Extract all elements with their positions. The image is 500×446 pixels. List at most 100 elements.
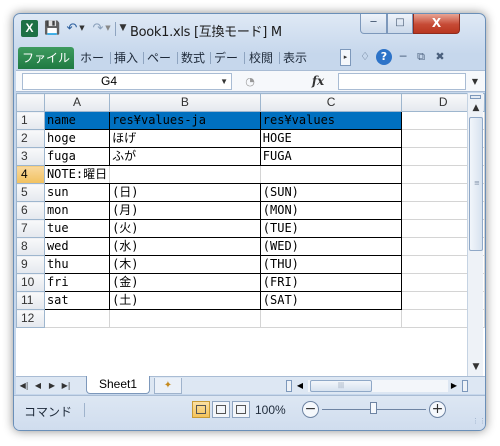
ribbon-collapse-icon[interactable]: ♢ (357, 49, 373, 65)
cell-b11[interactable]: (土) (109, 291, 261, 310)
cell-c3[interactable]: FUGA (259, 147, 403, 166)
row-header[interactable]: 10 (16, 273, 45, 292)
tab-home[interactable]: ホー (80, 48, 104, 68)
tab-view[interactable]: 表示 (283, 48, 307, 68)
zoom-slider-thumb[interactable] (370, 402, 377, 414)
row-header[interactable]: 7 (16, 219, 45, 238)
redo-dropdown-icon[interactable]: ▼ (104, 20, 112, 37)
row-header[interactable]: 1 (16, 111, 45, 130)
cell-a8[interactable]: wed (43, 237, 111, 256)
formula-bar-divider-icon[interactable]: ◔ (242, 73, 258, 90)
excel-logo-icon[interactable]: X (21, 20, 38, 37)
row-header[interactable]: 3 (16, 147, 45, 166)
column-header-a[interactable]: A (43, 93, 111, 112)
cell-c11[interactable]: (SAT) (259, 291, 403, 310)
cell-b12[interactable] (109, 309, 261, 328)
cell-a4[interactable]: NOTE:曜日 (43, 165, 111, 184)
cell-c2[interactable]: HOGE (259, 129, 403, 148)
cell-c8[interactable]: (WED) (259, 237, 403, 256)
column-header-b[interactable]: B (109, 93, 261, 112)
next-sheet-icon[interactable]: ▶ (46, 379, 58, 393)
sheet-tab-sheet1[interactable]: Sheet1 (86, 376, 150, 394)
cell-c6[interactable]: (MON) (259, 201, 403, 220)
cell-b1[interactable]: res¥values-ja (109, 111, 261, 130)
cell-c5[interactable]: (SUN) (259, 183, 403, 202)
ribbon-scroll-right-button[interactable]: ▸ (340, 49, 351, 66)
save-icon[interactable]: 💾 (44, 20, 60, 37)
workbook-minimize-icon[interactable]: ─ (395, 49, 411, 65)
row-header-selected[interactable]: 4 (16, 165, 45, 184)
tab-insert[interactable]: 挿入 (114, 48, 138, 68)
cell-a11[interactable]: sat (43, 291, 111, 310)
scroll-up-icon[interactable]: ▲ (469, 101, 483, 115)
select-all-corner[interactable] (16, 93, 45, 112)
cell-b8[interactable]: (水) (109, 237, 261, 256)
horizontal-scroll-thumb[interactable]: ||| (310, 380, 372, 392)
tab-page-layout[interactable]: ペー (147, 48, 171, 68)
cell-c10[interactable]: (FRI) (259, 273, 403, 292)
cell-a2[interactable]: hoge (43, 129, 111, 148)
cell-b10[interactable]: (金) (109, 273, 261, 292)
cell-a10[interactable]: fri (43, 273, 111, 292)
resize-grip-icon[interactable]: ⋮⋮ (472, 417, 485, 425)
tab-data[interactable]: デー (214, 48, 238, 68)
cell-a9[interactable]: thu (43, 255, 111, 274)
zoom-in-button[interactable]: + (429, 401, 446, 418)
scroll-down-icon[interactable]: ▼ (469, 360, 483, 374)
previous-sheet-icon[interactable]: ◀ (32, 379, 44, 393)
cell-b5[interactable]: (日) (109, 183, 261, 202)
name-box-dropdown-icon[interactable]: ▼ (220, 74, 228, 89)
undo-dropdown-icon[interactable]: ▼ (78, 20, 86, 37)
row-header[interactable]: 5 (16, 183, 45, 202)
workbook-restore-icon[interactable]: ⧉ (413, 49, 429, 65)
row-header[interactable]: 8 (16, 237, 45, 256)
row-header[interactable]: 2 (16, 129, 45, 148)
cell-a3[interactable]: fuga (43, 147, 111, 166)
close-button[interactable]: X (413, 14, 460, 34)
cell-a6[interactable]: mon (43, 201, 111, 220)
customize-quick-access-icon[interactable]: ▼ (118, 20, 128, 37)
cell-c7[interactable]: (TUE) (259, 219, 403, 238)
insert-sheet-icon[interactable]: ✦ (154, 378, 182, 394)
maximize-button[interactable]: □ (387, 14, 413, 34)
cell-b6[interactable]: (月) (109, 201, 261, 220)
row-header[interactable]: 11 (16, 291, 45, 310)
zoom-out-button[interactable]: − (302, 401, 319, 418)
insert-function-icon[interactable]: fx (310, 73, 326, 90)
cell-b7[interactable]: (火) (109, 219, 261, 238)
cell-c12[interactable] (259, 309, 403, 328)
horizontal-split-handle[interactable] (462, 380, 468, 392)
zoom-level[interactable]: 100% (255, 403, 286, 417)
row-header[interactable]: 12 (16, 309, 45, 328)
page-break-view-button[interactable] (232, 401, 250, 418)
vertical-scroll-thumb[interactable]: ≡ (469, 117, 483, 251)
workbook-close-icon[interactable]: ✖ (432, 49, 448, 65)
formula-input[interactable] (338, 73, 466, 90)
cell-b2[interactable]: ほげ (109, 129, 261, 148)
tab-formulas[interactable]: 数式 (181, 48, 205, 68)
tab-file[interactable]: ファイル (18, 47, 74, 69)
row-header[interactable]: 6 (16, 201, 45, 220)
help-icon[interactable]: ? (376, 49, 392, 65)
normal-view-button[interactable] (192, 401, 210, 418)
scroll-right-icon[interactable]: ▶ (448, 379, 460, 393)
cell-b9[interactable]: (木) (109, 255, 261, 274)
last-sheet-icon[interactable]: ▶| (60, 379, 72, 393)
cell-a1[interactable]: name (43, 111, 111, 130)
cell-c1[interactable]: res¥values (259, 111, 403, 130)
cell-a7[interactable]: tue (43, 219, 111, 238)
formula-bar-expand-icon[interactable]: ▼ (468, 73, 482, 90)
tab-review[interactable]: 校閲 (249, 48, 273, 68)
cell-b3[interactable]: ふが (109, 147, 261, 166)
cell-b4[interactable] (109, 165, 261, 184)
cell-a5[interactable]: sun (43, 183, 111, 202)
minimize-button[interactable]: ─ (360, 14, 387, 34)
column-header-c[interactable]: C (259, 93, 403, 112)
tab-split-handle[interactable] (286, 380, 292, 392)
split-handle[interactable] (470, 95, 481, 99)
row-header[interactable]: 9 (16, 255, 45, 274)
cell-c9[interactable]: (THU) (259, 255, 403, 274)
cell-a12[interactable] (43, 309, 111, 328)
first-sheet-icon[interactable]: ◀| (18, 379, 30, 393)
page-layout-view-button[interactable] (212, 401, 230, 418)
